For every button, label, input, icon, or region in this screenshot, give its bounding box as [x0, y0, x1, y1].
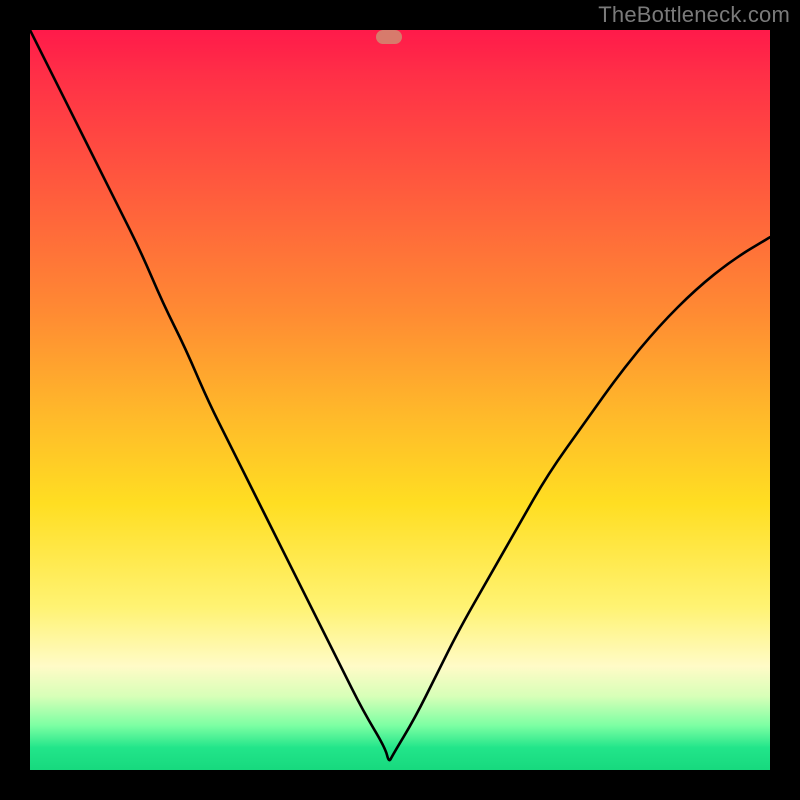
chart-frame: TheBottleneck.com — [0, 0, 800, 800]
watermark-text: TheBottleneck.com — [598, 2, 790, 28]
curve-path — [30, 30, 770, 760]
plot-area — [30, 30, 770, 770]
bottleneck-curve — [30, 30, 770, 770]
